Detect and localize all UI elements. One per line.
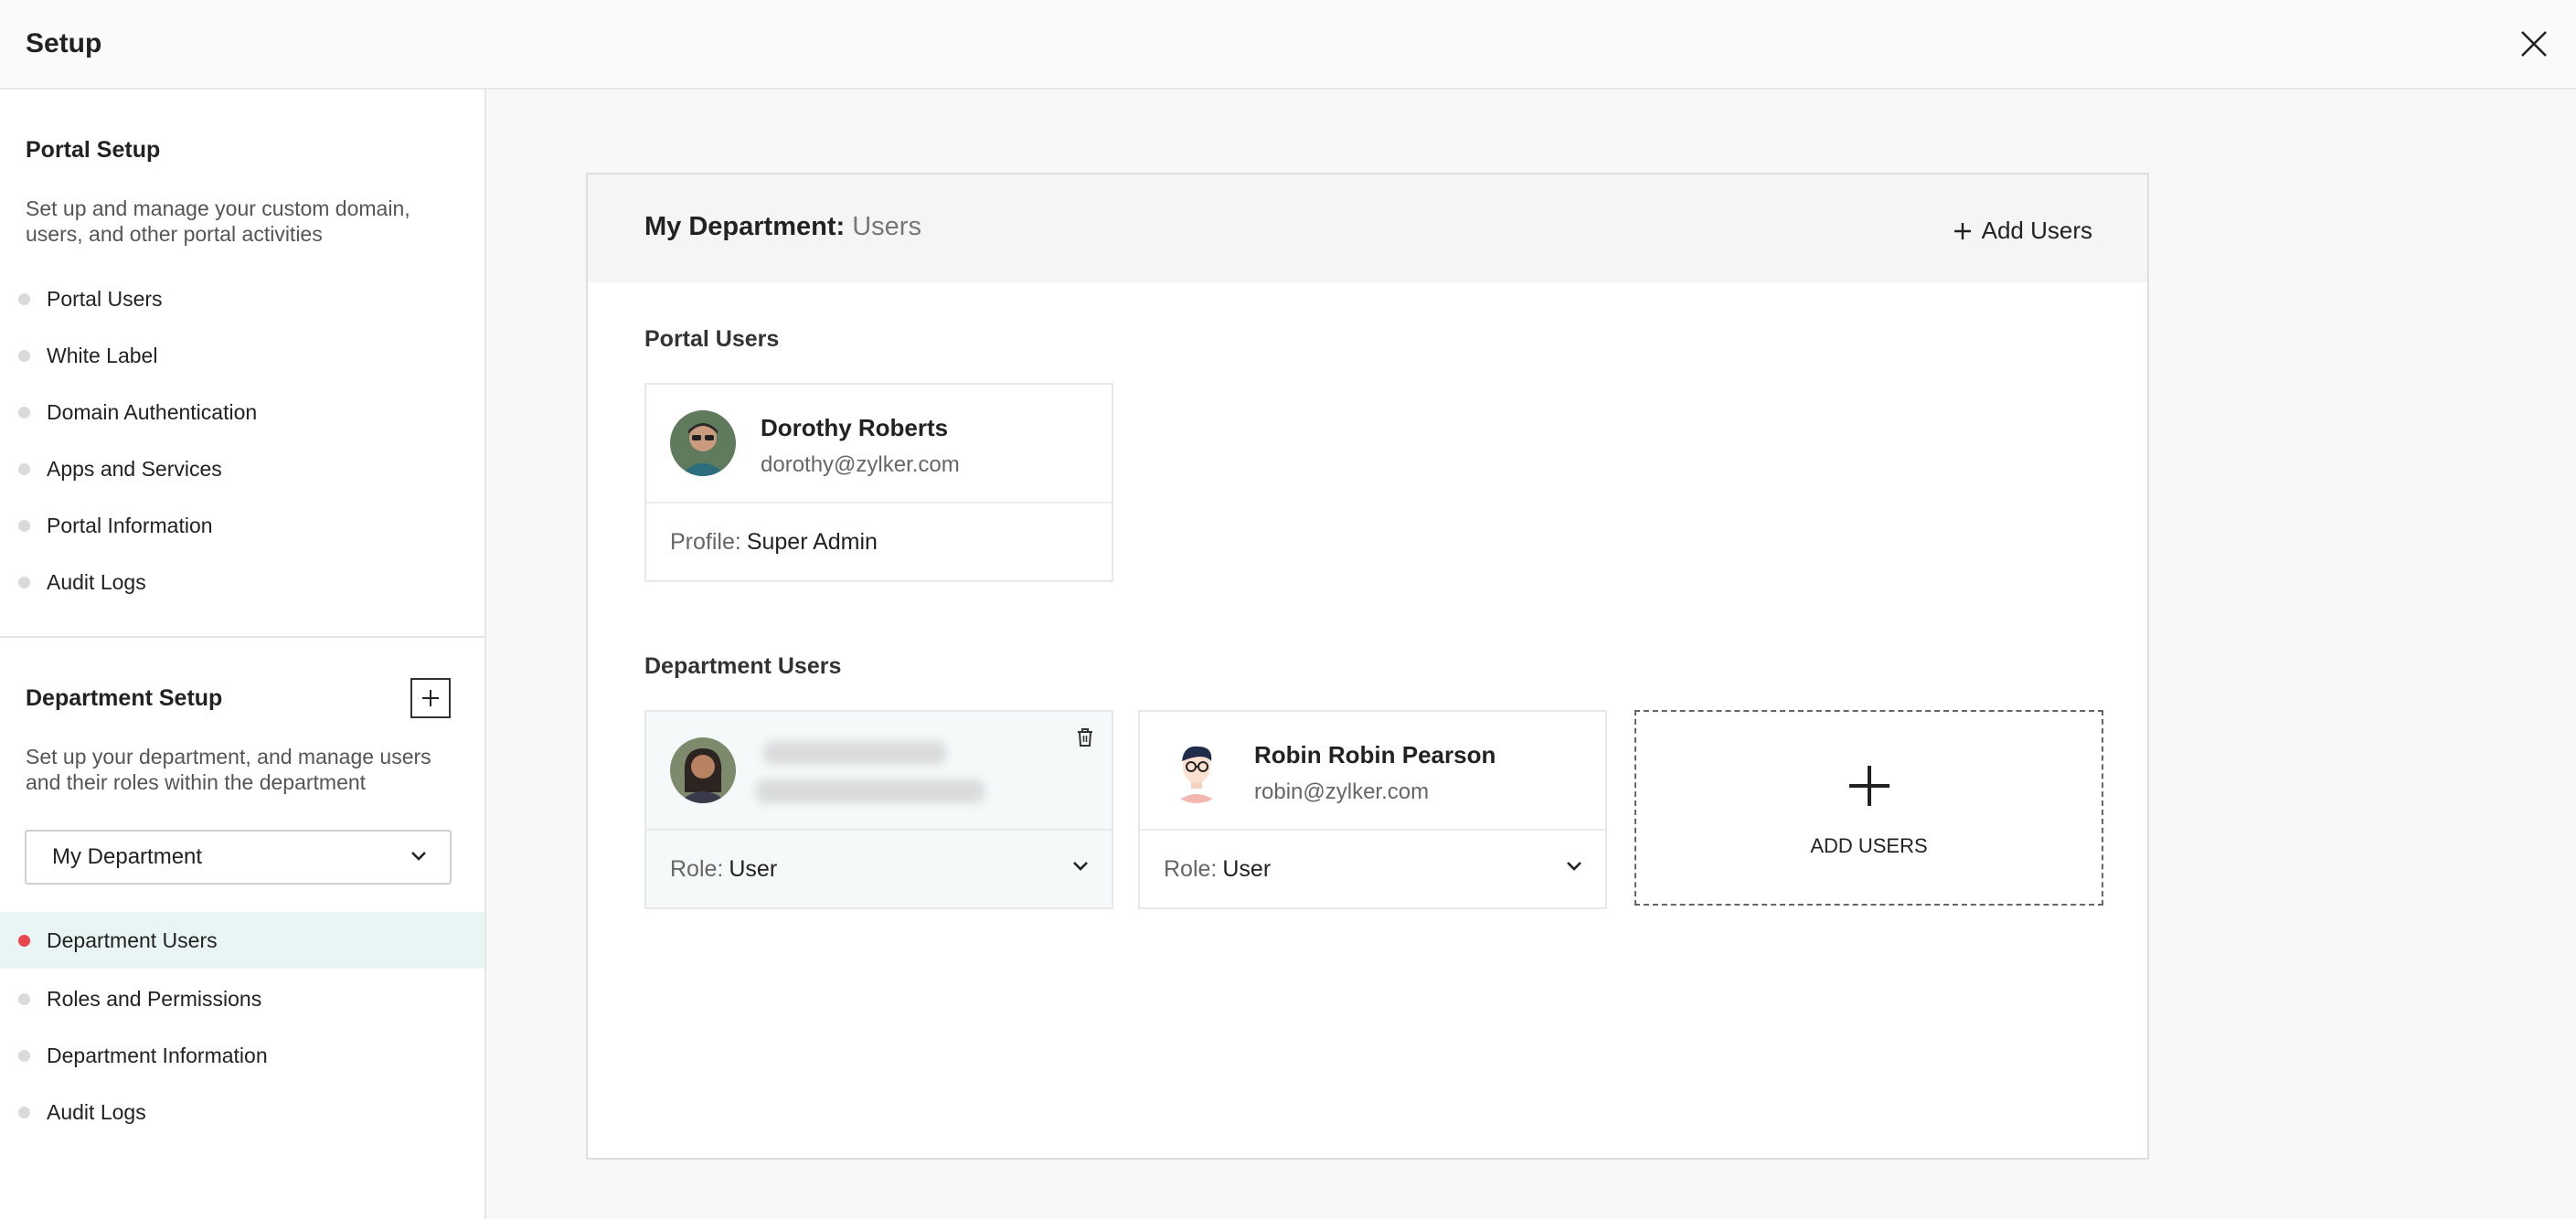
chevron-down-icon xyxy=(411,852,426,861)
sidebar-item-label: Domain Authentication xyxy=(47,399,258,424)
sidebar-item-label: Roles and Permissions xyxy=(47,986,262,1011)
sidebar-item-domain-authentication[interactable]: Domain Authentication xyxy=(0,384,484,440)
add-users-card[interactable]: ADD USERS xyxy=(1634,710,2103,906)
users-panel: My Department: Users Add Users Portal Us… xyxy=(586,173,2149,1160)
role-select[interactable]: Role: User xyxy=(1140,831,1605,907)
user-name: Dorothy Roberts xyxy=(761,414,949,441)
sidebar-item-label: Apps and Services xyxy=(47,456,222,481)
setup-window: Setup Portal Setup Set up and manage you… xyxy=(0,0,2576,1219)
user-info xyxy=(646,712,1112,831)
close-button[interactable] xyxy=(2512,22,2556,66)
department-setup-description: Set up your department, and manage users… xyxy=(26,745,431,794)
bullet-icon xyxy=(18,292,30,305)
bullet-icon xyxy=(18,462,30,475)
panel-title-department: My Department: xyxy=(644,212,846,241)
role-value: User xyxy=(1222,855,1272,882)
sidebar-item-portal-information[interactable]: Portal Information xyxy=(0,497,484,554)
add-users-label: Add Users xyxy=(1981,217,2092,244)
sidebar: Portal Setup Set up and manage your cust… xyxy=(0,90,486,1219)
sidebar-item-white-label[interactable]: White Label xyxy=(0,327,484,384)
sidebar-item-label: Department Users xyxy=(47,928,218,952)
close-icon xyxy=(2521,31,2547,57)
profile-label: Profile: xyxy=(670,528,741,555)
bullet-icon xyxy=(18,934,30,947)
user-email: dorothy@zylker.com xyxy=(761,452,960,477)
user-profile: Profile: Super Admin xyxy=(646,504,1112,580)
portal-setup-title: Portal Setup xyxy=(26,137,161,163)
chevron-down-icon xyxy=(1567,862,1581,871)
portal-users-heading: Portal Users xyxy=(644,326,780,352)
header: Setup xyxy=(0,0,2576,90)
user-name: Robin Robin Pearson xyxy=(1254,741,1496,768)
bullet-icon xyxy=(18,406,30,419)
portal-user-card: Dorothy Roberts dorothy@zylker.com Profi… xyxy=(644,383,1113,582)
add-users-card-label: ADD USERS xyxy=(1810,834,1928,857)
bullet-icon xyxy=(18,519,30,532)
bullet-icon xyxy=(18,576,30,588)
role-label: Role: xyxy=(670,855,724,882)
plus-icon xyxy=(1849,766,1889,806)
user-email: robin@zylker.com xyxy=(1254,779,1430,804)
panel-title: My Department: Users xyxy=(644,212,921,242)
user-info: Dorothy Roberts dorothy@zylker.com xyxy=(646,385,1112,504)
department-select-value: My Department xyxy=(52,844,203,869)
chevron-down-icon xyxy=(1073,862,1088,871)
panel-title-section: Users xyxy=(852,212,921,241)
sidebar-item-label: Audit Logs xyxy=(47,569,146,594)
portal-setup-description: Set up and manage your custom domain, us… xyxy=(26,196,410,246)
bullet-icon xyxy=(18,992,30,1005)
bullet-icon xyxy=(18,1049,30,1062)
department-user-card[interactable]: Role: User xyxy=(644,710,1113,909)
plus-icon xyxy=(422,690,439,706)
sidebar-item-department-audit-logs[interactable]: Audit Logs xyxy=(0,1084,484,1140)
role-value: User xyxy=(729,855,778,882)
avatar xyxy=(670,410,736,476)
trash-icon[interactable] xyxy=(1075,726,1095,748)
panel-header: My Department: Users Add Users xyxy=(588,175,2147,282)
redacted-email xyxy=(756,779,985,803)
sidebar-item-department-information[interactable]: Department Information xyxy=(0,1027,484,1084)
department-setup-title: Department Setup xyxy=(26,685,223,711)
bullet-icon xyxy=(18,349,30,362)
page-title: Setup xyxy=(26,28,102,58)
sidebar-divider xyxy=(0,636,484,638)
avatar xyxy=(670,737,736,803)
sidebar-item-label: White Label xyxy=(47,343,158,367)
role-label: Role: xyxy=(1164,855,1218,882)
bullet-icon xyxy=(18,1106,30,1118)
redacted-name xyxy=(763,741,946,765)
sidebar-item-roles-and-permissions[interactable]: Roles and Permissions xyxy=(0,970,484,1027)
department-select[interactable]: My Department xyxy=(25,830,452,885)
sidebar-item-apps-and-services[interactable]: Apps and Services xyxy=(0,440,484,497)
sidebar-item-label: Audit Logs xyxy=(47,1099,146,1124)
sidebar-item-department-users[interactable]: Department Users xyxy=(0,912,484,969)
sidebar-item-portal-users[interactable]: Portal Users xyxy=(0,270,484,327)
plus-icon xyxy=(1953,222,1971,239)
add-department-button[interactable] xyxy=(410,678,451,718)
sidebar-item-label: Portal Users xyxy=(47,286,163,311)
department-users-heading: Department Users xyxy=(644,653,842,679)
avatar xyxy=(1164,737,1229,803)
add-users-button[interactable]: Add Users xyxy=(1953,217,2092,245)
sidebar-item-portal-audit-logs[interactable]: Audit Logs xyxy=(0,554,484,610)
sidebar-item-label: Portal Information xyxy=(47,513,213,537)
department-user-card[interactable]: Robin Robin Pearson robin@zylker.com Rol… xyxy=(1138,710,1607,909)
user-info: Robin Robin Pearson robin@zylker.com xyxy=(1140,712,1605,831)
sidebar-item-label: Department Information xyxy=(47,1043,268,1067)
profile-value: Super Admin xyxy=(746,528,878,555)
role-select[interactable]: Role: User xyxy=(646,831,1112,907)
